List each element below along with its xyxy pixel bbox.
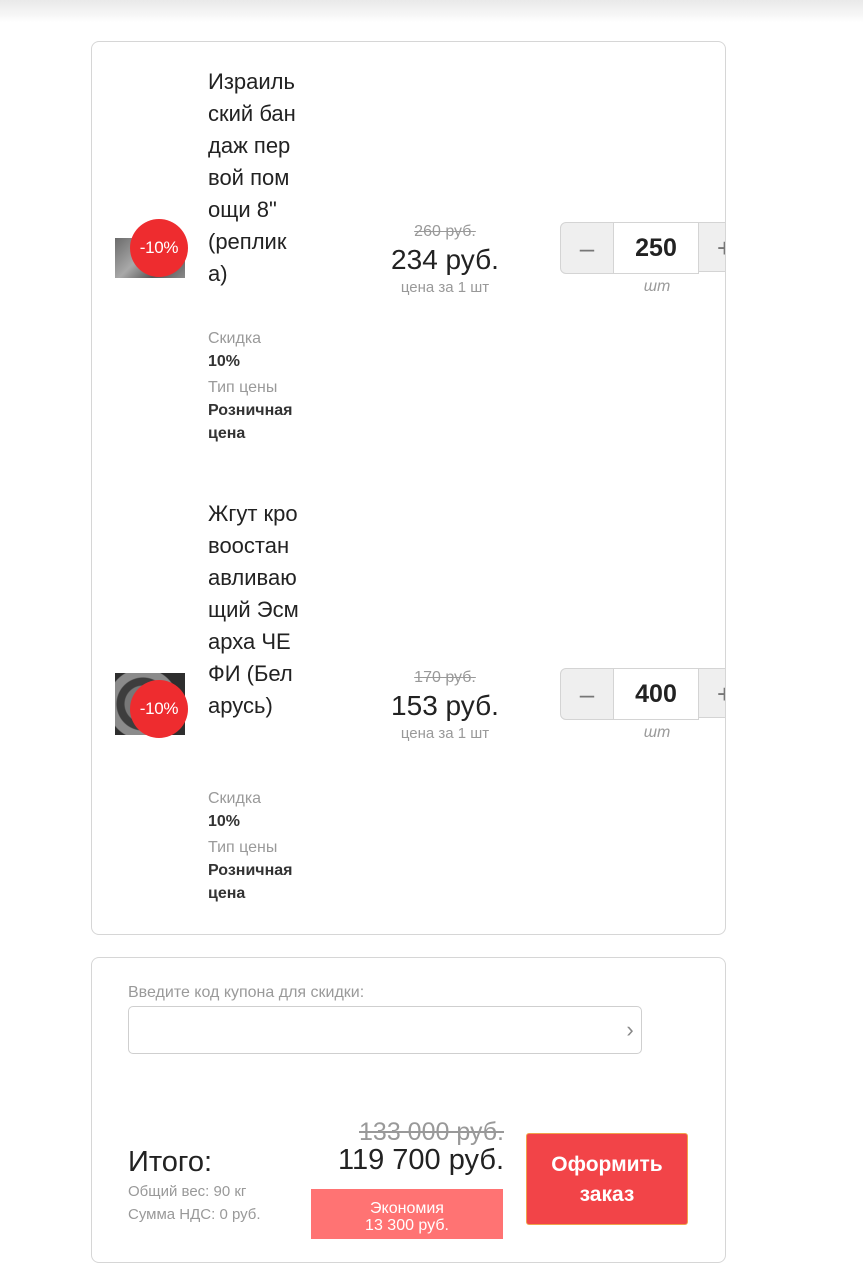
old-total-price: 133 000 руб. [359, 1118, 504, 1146]
discount-label: Скидка [208, 790, 262, 807]
current-price: 234 руб. [391, 244, 499, 275]
quantity-input[interactable]: 400 [613, 668, 699, 720]
discount-badge: -10% [130, 680, 188, 738]
price-block: 170 руб. 153 руб. цена за 1 шт [347, 668, 543, 744]
quantity-stepper: – 400 + [560, 668, 725, 720]
cart-item: -10% Жгут кровоостанавливающий Эсмарха Ч… [92, 498, 725, 918]
cart-item: -10% Израильский бандаж первой помощи 8"… [92, 66, 725, 476]
price-type-label: Тип цены [208, 379, 278, 396]
decrease-quantity-button[interactable]: – [560, 222, 614, 274]
product-meta: Скидка 10% Тип цены Розничная цена [208, 788, 318, 905]
coupon-label: Введите код купона для скидки: [128, 984, 365, 1001]
cart-items-panel: -10% Израильский бандаж первой помощи 8"… [91, 41, 726, 935]
price-block: 260 руб. 234 руб. цена за 1 шт [347, 222, 543, 298]
checkout-label-line1: Оформить [551, 1153, 663, 1176]
chevron-right-icon[interactable]: › [615, 1007, 645, 1053]
discount-value: 10% [208, 813, 241, 830]
price-type-value: Розничная цена [208, 402, 293, 442]
top-shadow-bar [0, 0, 863, 22]
total-weight: Общий вес: 90 кг [128, 1183, 247, 1200]
increase-quantity-button[interactable]: + [698, 668, 725, 718]
checkout-label-line2: заказ [579, 1183, 635, 1206]
quantity-unit: шт [643, 724, 671, 741]
economy-value: 13 300 руб. [365, 1217, 449, 1234]
total-price: 119 700 руб. [337, 1144, 504, 1176]
quantity-unit: шт [643, 278, 671, 295]
coupon-input[interactable]: › [128, 1006, 642, 1054]
economy-label: Экономия [370, 1200, 444, 1217]
increase-quantity-button[interactable]: + [698, 222, 725, 272]
quantity-input[interactable]: 250 [613, 222, 699, 274]
order-summary-panel: Введите код купона для скидки: › Итого: … [91, 957, 726, 1263]
price-type-value: Розничная цена [208, 862, 293, 902]
old-price: 170 руб. [414, 669, 476, 686]
product-name[interactable]: Жгут кровоостанавливающий Эсмарха ЧЕФИ (… [208, 498, 300, 722]
old-price: 260 руб. [414, 223, 476, 240]
discount-badge: -10% [130, 219, 188, 277]
discount-label: Скидка [208, 330, 262, 347]
quantity-stepper: – 250 + [560, 222, 725, 274]
price-per-unit: цена за 1 шт [400, 279, 490, 296]
decrease-quantity-button[interactable]: – [560, 668, 614, 720]
price-per-unit: цена за 1 шт [400, 725, 490, 742]
price-type-label: Тип цены [208, 839, 278, 856]
current-price: 153 руб. [391, 690, 499, 721]
checkout-button[interactable]: Оформить заказ [526, 1133, 688, 1225]
vat-amount: Сумма НДС: 0 руб. [128, 1206, 261, 1223]
product-name[interactable]: Израильский бандаж первой помощи 8" (реп… [208, 66, 300, 290]
economy-badge: Экономия 13 300 руб. [311, 1189, 503, 1239]
product-meta: Скидка 10% Тип цены Розничная цена [208, 328, 318, 445]
total-label: Итого: [128, 1146, 213, 1178]
discount-value: 10% [208, 353, 241, 370]
